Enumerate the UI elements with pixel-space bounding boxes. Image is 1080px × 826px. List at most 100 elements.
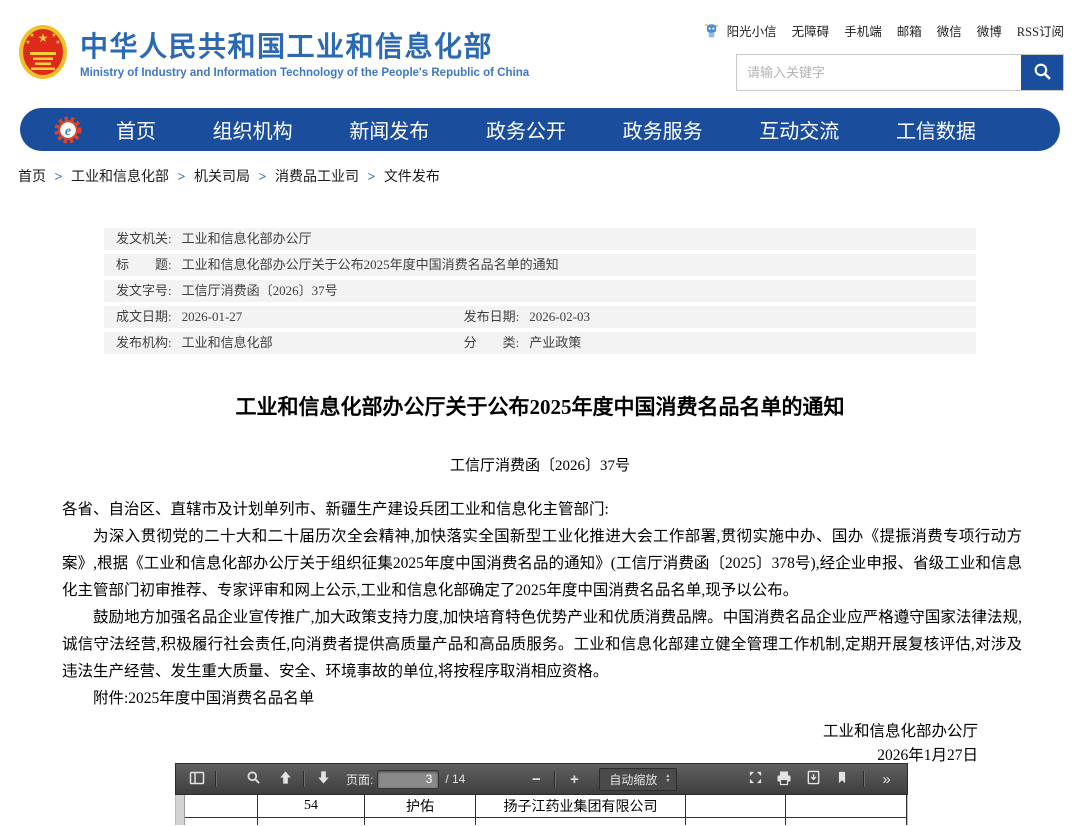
meta-label: 成文日期: xyxy=(116,306,172,328)
meta-row-title: 标 题: 工业和信息化部办公厅关于公布2025年度中国消费名品名单的通知 xyxy=(104,254,976,276)
top-link-weibo[interactable]: 微博 xyxy=(977,21,1002,40)
pdf-cell-company: 扬子江药业集团有限公司 xyxy=(475,795,685,817)
search-bar xyxy=(736,54,1064,91)
zoom-mode-select[interactable]: 自动缩放 xyxy=(599,768,677,791)
page-total: / 14 xyxy=(445,772,465,786)
meta-row-dates: 成文日期: 2026-01-27 发布日期: 2026-02-03 xyxy=(104,306,976,328)
pdf-cell-brand: 护佑 xyxy=(364,795,475,817)
attachment-line: 附件:2025年度中国消费名品名单 xyxy=(62,685,1022,712)
sidebar-toggle-button[interactable] xyxy=(184,767,210,791)
svg-text:e: e xyxy=(65,124,71,139)
breadcrumb-documents[interactable]: 文件发布 xyxy=(384,170,440,185)
pdf-viewer: 页面: / 14 − + 自动缩放 xyxy=(175,763,908,826)
pdf-cell-empty xyxy=(185,795,257,817)
breadcrumb-miit[interactable]: 工业和信息化部 xyxy=(71,170,169,185)
salutation: 各省、自治区、直辖市及计划单列市、新疆生产建设兵团工业和信息化主管部门: xyxy=(62,496,1022,523)
toolbar-separator xyxy=(215,771,217,787)
nav-item-organization[interactable]: 组织机构 xyxy=(213,115,293,144)
toolbar-separator xyxy=(554,771,556,787)
pdf-table-row-partial xyxy=(185,818,907,825)
meta-label: 发文机关: xyxy=(116,228,172,250)
pdf-cell-empty xyxy=(785,795,907,817)
top-link-rss[interactable]: RSS订阅 xyxy=(1017,21,1064,40)
top-link-accessibility[interactable]: 无障碍 xyxy=(792,21,830,40)
pdf-cell-number: 54 xyxy=(257,795,364,817)
svg-text:★: ★ xyxy=(55,39,60,46)
zoom-in-button[interactable]: + xyxy=(561,767,587,791)
nav-item-gov-affairs[interactable]: 政务公开 xyxy=(486,115,566,144)
pdf-page-content: 54 护佑 扬子江药业集团有限公司 xyxy=(175,795,908,825)
page: ★ ★ ★ ★ ★ 中华人民共和国工业和信息化部 Ministry of Ind… xyxy=(0,0,1080,826)
zoom-out-button[interactable]: − xyxy=(523,767,549,791)
top-link-wechat[interactable]: 微信 xyxy=(937,21,962,40)
bookmark-button[interactable] xyxy=(829,767,855,791)
breadcrumb-separator: > xyxy=(367,170,375,185)
breadcrumb-consumer-goods[interactable]: 消费品工业司 xyxy=(275,170,359,185)
national-emblem-icon: ★ ★ ★ ★ ★ xyxy=(18,24,68,85)
meta-label: 标 题: xyxy=(116,254,172,276)
nav-item-home[interactable]: 首页 xyxy=(116,115,156,144)
page-number-input[interactable] xyxy=(377,770,439,789)
pdf-cell-empty xyxy=(685,795,785,817)
next-page-button[interactable] xyxy=(310,767,336,791)
top-link-mail[interactable]: 邮箱 xyxy=(897,21,922,40)
bookmark-icon xyxy=(835,770,849,788)
top-link-xiaoxin[interactable]: 阳光小信 xyxy=(727,21,777,40)
top-link-mobile[interactable]: 手机端 xyxy=(844,21,882,40)
svg-text:★: ★ xyxy=(38,31,49,45)
dropdown-arrows-icon xyxy=(666,774,669,784)
breadcrumb-separator: > xyxy=(55,170,63,185)
miit-gear-logo-icon: e xyxy=(54,116,82,144)
breadcrumb-separator: > xyxy=(177,170,185,185)
previous-page-button[interactable] xyxy=(272,767,298,791)
breadcrumb-home[interactable]: 首页 xyxy=(18,170,46,185)
toolbar-separator xyxy=(863,771,865,787)
pdf-cell-empty xyxy=(185,818,257,825)
pdf-cell-empty xyxy=(257,818,364,825)
pdf-table-row: 54 护佑 扬子江药业集团有限公司 xyxy=(185,795,907,818)
meta-value: 工业和信息化部办公厅 xyxy=(182,228,312,250)
pdf-cell-empty xyxy=(364,818,475,825)
main-nav: e 首页 组织机构 新闻发布 政务公开 政务服务 互动交流 工信数据 xyxy=(20,108,1060,151)
meta-row-publisher-category: 发布机构: 工业和信息化部 分 类: 产业政策 xyxy=(104,332,976,354)
nav-item-news[interactable]: 新闻发布 xyxy=(349,115,429,144)
meta-value: 工业和信息化部 xyxy=(182,332,273,354)
meta-row-issuing-office: 发文机关: 工业和信息化部办公厅 xyxy=(104,228,976,250)
svg-text:★: ★ xyxy=(25,39,30,46)
pdf-cell-empty xyxy=(475,818,685,825)
svg-text:★: ★ xyxy=(51,32,56,39)
search-button[interactable] xyxy=(1021,55,1063,90)
more-tools-button[interactable]: » xyxy=(873,767,899,791)
download-button[interactable] xyxy=(800,767,826,791)
site-title: 中华人民共和国工业和信息化部 xyxy=(80,31,529,63)
brand-text: 中华人民共和国工业和信息化部 Ministry of Industry and … xyxy=(80,31,529,79)
meta-label: 发文字号: xyxy=(116,280,172,302)
nav-item-interaction[interactable]: 互动交流 xyxy=(759,115,839,144)
presentation-mode-icon xyxy=(748,770,763,788)
nav-items: 首页 组织机构 新闻发布 政务公开 政务服务 互动交流 工信数据 xyxy=(116,115,1026,144)
search-icon xyxy=(1033,62,1052,84)
paragraph-1: 为深入贯彻党的二十大和二十届历次全会精神,加快落实全国新型工业化推进大会工作部署… xyxy=(62,523,1022,604)
meta-value: 2026-01-27 xyxy=(182,306,243,328)
signer: 工业和信息化部办公厅 xyxy=(62,720,978,744)
meta-value: 产业政策 xyxy=(529,332,581,354)
presentation-mode-button[interactable] xyxy=(742,767,768,791)
meta-label: 发布日期: xyxy=(464,306,520,328)
search-input[interactable] xyxy=(737,55,1021,90)
print-button[interactable] xyxy=(771,767,797,791)
pdf-cell-empty xyxy=(785,818,907,825)
svg-text:★: ★ xyxy=(29,32,34,39)
pdf-toolbar: 页面: / 14 − + 自动缩放 xyxy=(175,763,908,795)
breadcrumb-separator: > xyxy=(258,170,266,185)
zoom-mode-value: 自动缩放 xyxy=(609,771,657,788)
find-button[interactable] xyxy=(240,767,266,791)
print-icon xyxy=(776,770,792,789)
signature-block: 工业和信息化部办公厅 2026年1月27日 xyxy=(62,720,1022,768)
page-down-icon xyxy=(316,770,331,788)
meta-value: 工业和信息化部办公厅关于公布2025年度中国消费名品名单的通知 xyxy=(182,254,559,276)
nav-item-gov-services[interactable]: 政务服务 xyxy=(623,115,703,144)
breadcrumb-departments[interactable]: 机关司局 xyxy=(194,170,250,185)
meta-label: 分 类: xyxy=(464,332,520,354)
pdf-gutter xyxy=(176,795,185,825)
nav-item-data[interactable]: 工信数据 xyxy=(896,115,976,144)
